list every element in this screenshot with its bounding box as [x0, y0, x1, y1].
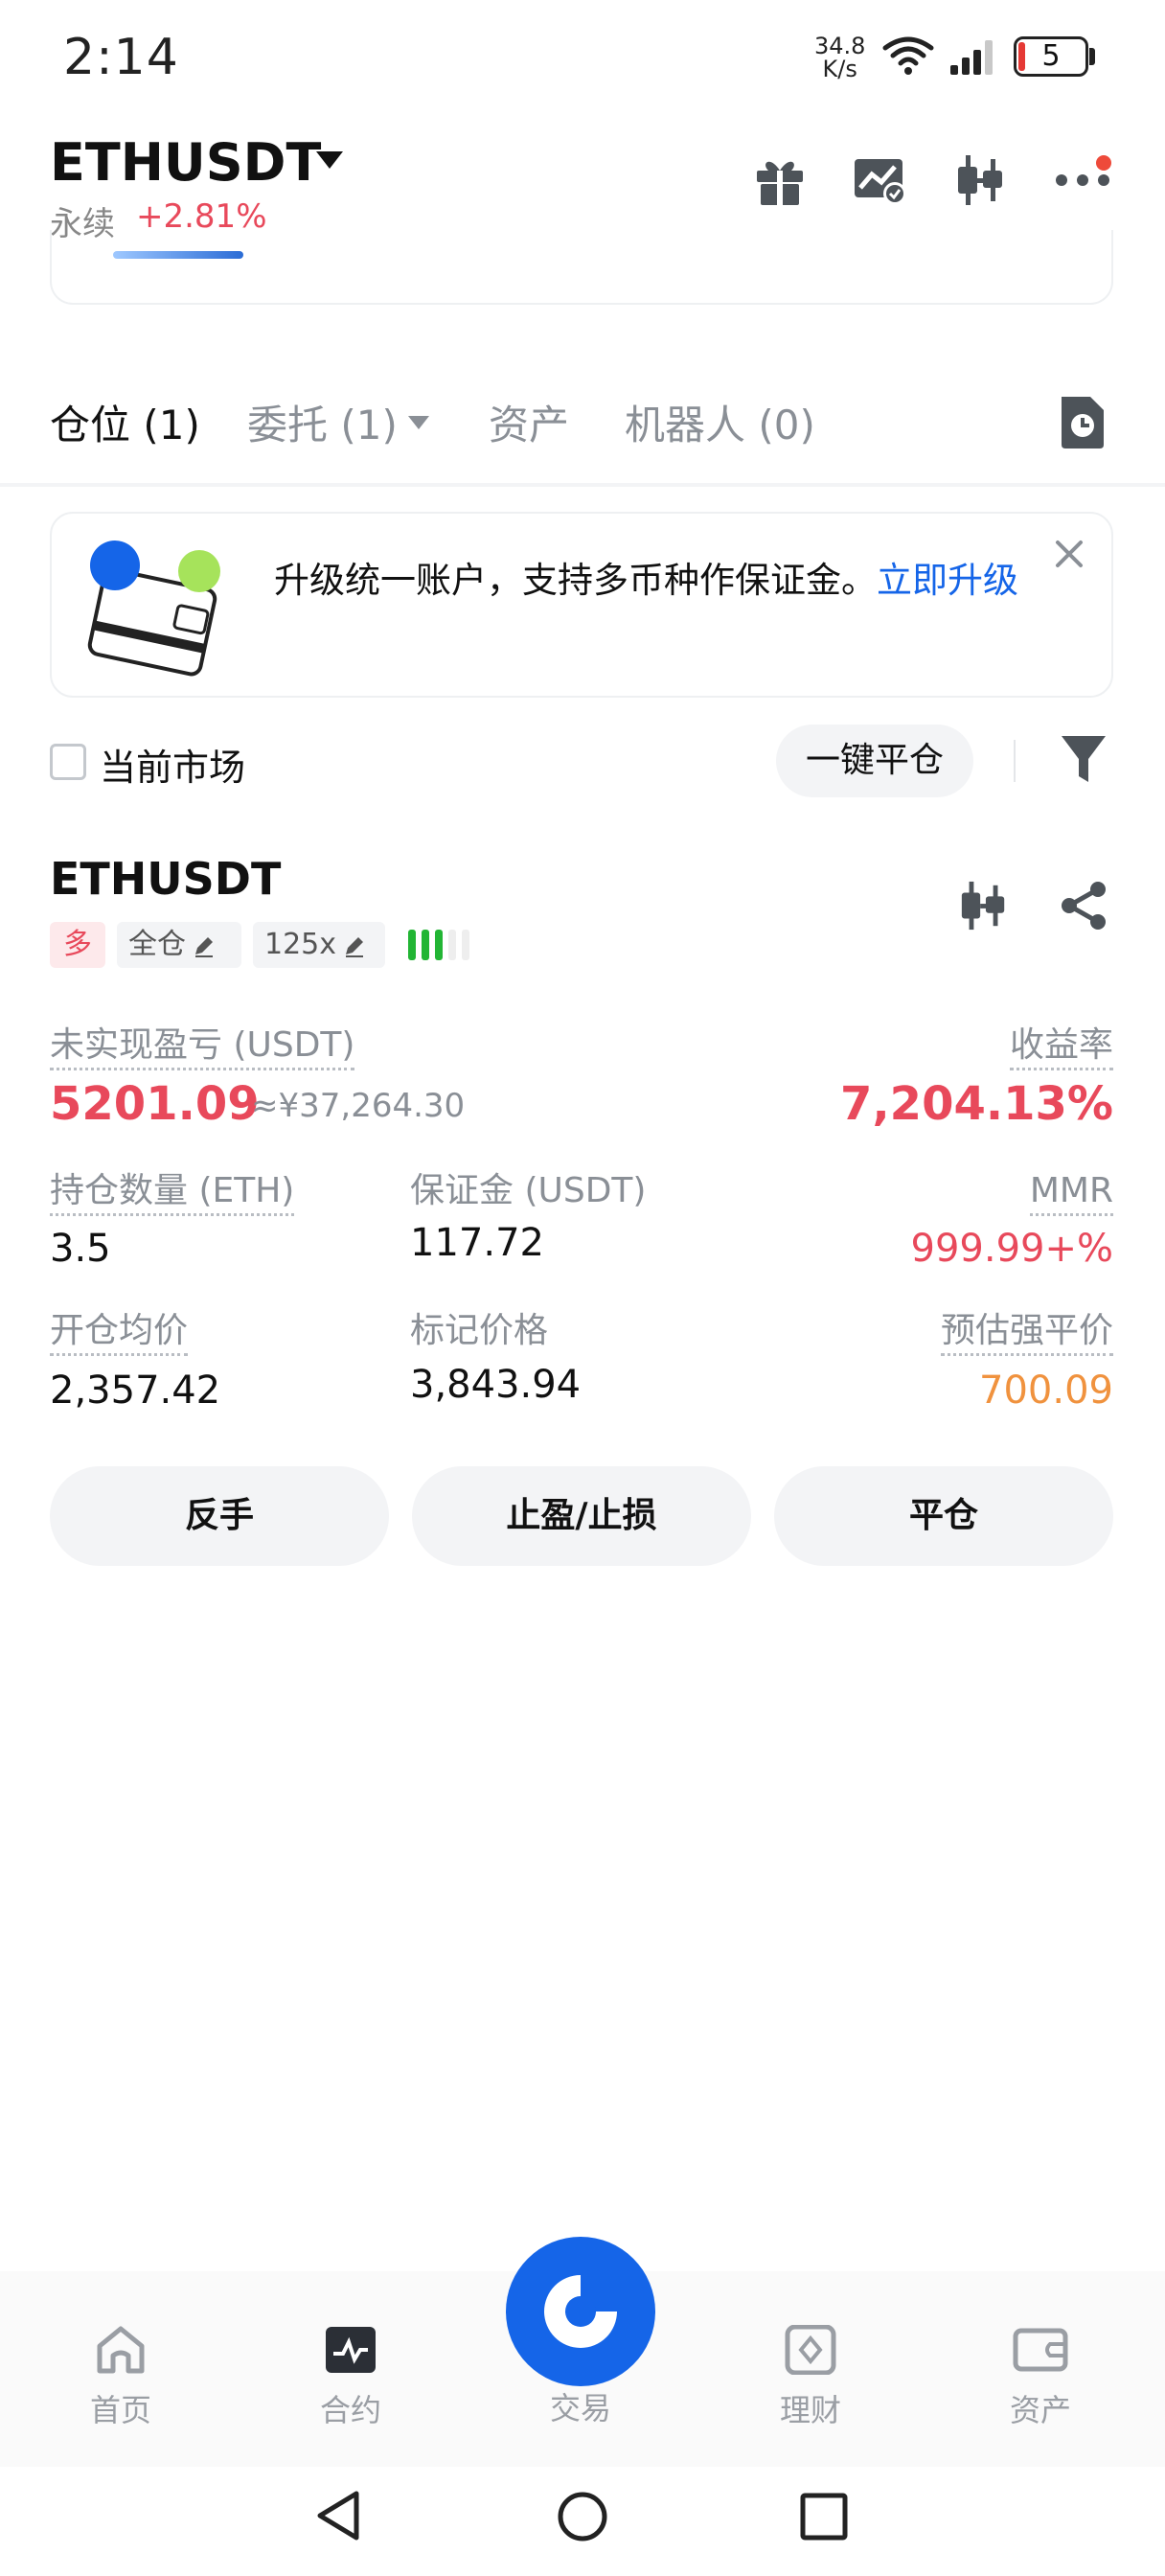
- earn-icon: [785, 2324, 836, 2376]
- entry-price-label[interactable]: 开仓均价: [50, 1311, 189, 1356]
- nav-earn[interactable]: 理财: [734, 2324, 887, 2430]
- back-icon[interactable]: [312, 2488, 364, 2543]
- roe-label[interactable]: 收益率: [1009, 1025, 1113, 1070]
- signal-icon: [950, 40, 993, 75]
- close-all-button[interactable]: 一键平仓: [776, 724, 973, 797]
- notification-dot: [1096, 155, 1111, 171]
- banner-message: 升级统一账户，支持多币种作保证金。立即升级: [274, 558, 1040, 604]
- margin-label: 保证金 (USDT): [410, 1171, 647, 1210]
- history-icon[interactable]: [1056, 393, 1109, 450]
- tabs-divider: [0, 483, 1165, 487]
- network-speed-unit: K/s: [822, 56, 857, 82]
- trade-icon: [544, 2275, 617, 2348]
- risk-level-bar: [408, 930, 416, 960]
- edit-icon: [346, 936, 364, 957]
- more-icon[interactable]: [1054, 172, 1111, 188]
- upgrade-now-link[interactable]: 立即升级: [877, 560, 1018, 601]
- nav-futures-label: 合约: [319, 2392, 381, 2428]
- candlestick-icon[interactable]: [958, 880, 1010, 932]
- gift-icon[interactable]: [753, 153, 807, 207]
- mmr-label[interactable]: MMR: [1029, 1171, 1113, 1216]
- tab-orders[interactable]: 委托 (1): [247, 393, 398, 451]
- current-market-label[interactable]: 当前市场: [100, 738, 245, 791]
- filter-icon[interactable]: [1060, 734, 1108, 784]
- banner-text: 升级统一账户，支持多币种作保证金。: [274, 560, 877, 601]
- filter-divider: [1014, 740, 1016, 782]
- chart-check-icon[interactable]: [853, 153, 908, 207]
- tp-sl-button[interactable]: 止盈/止损: [412, 1466, 751, 1566]
- wallet-icon: [1013, 2328, 1068, 2372]
- network-speed: 34.8 K/s: [814, 34, 865, 80]
- unrealized-pnl-cny: ≈¥37,264.30: [251, 1087, 466, 1125]
- margin-mode-label: 全仓: [128, 928, 186, 961]
- home-icon: [97, 2326, 145, 2374]
- liq-price-label[interactable]: 预估强平价: [940, 1311, 1113, 1356]
- mmr-value: 999.99+%: [910, 1227, 1113, 1271]
- status-time: 2:14: [63, 29, 179, 86]
- risk-level-bar: [435, 930, 443, 960]
- margin-mode-button[interactable]: 全仓: [117, 922, 241, 968]
- margin-value: 117.72: [410, 1221, 544, 1265]
- tab-positions[interactable]: 仓位 (1): [50, 393, 200, 451]
- nav-futures[interactable]: 合约: [274, 2325, 427, 2430]
- wifi-icon: [882, 36, 934, 75]
- unrealized-pnl-value: 5201.09: [50, 1077, 260, 1131]
- chart-card-edge: [50, 230, 1113, 305]
- futures-icon: [326, 2327, 376, 2373]
- close-icon[interactable]: [1052, 537, 1086, 571]
- tab-bots[interactable]: 机器人 (0): [625, 393, 815, 451]
- share-icon[interactable]: [1058, 880, 1109, 932]
- symbol-selector[interactable]: ETHUSDT: [50, 132, 321, 193]
- risk-level-bar: [448, 930, 456, 960]
- reverse-button[interactable]: 反手: [50, 1466, 389, 1566]
- edit-icon: [195, 936, 213, 957]
- candlestick-icon[interactable]: [954, 153, 1008, 207]
- battery-icon: 5: [1014, 36, 1088, 77]
- home-button-icon[interactable]: [556, 2490, 609, 2543]
- chart-line-fragment: [113, 251, 243, 259]
- liq-price-value: 700.09: [979, 1368, 1113, 1413]
- position-symbol[interactable]: ETHUSDT: [50, 853, 281, 905]
- nav-home[interactable]: 首页: [44, 2325, 197, 2430]
- nav-earn-label: 理财: [779, 2392, 841, 2428]
- wallet-illustration-icon: [87, 540, 220, 677]
- position-qty-label[interactable]: 持仓数量 (ETH): [50, 1171, 295, 1216]
- close-position-button[interactable]: 平仓: [774, 1466, 1113, 1566]
- position-qty-value: 3.5: [50, 1227, 111, 1271]
- roe-value: 7,204.13%: [840, 1077, 1113, 1131]
- unrealized-pnl-label[interactable]: 未实现盈亏 (USDT): [50, 1025, 355, 1070]
- tab-assets[interactable]: 资产: [489, 393, 569, 451]
- trade-fab[interactable]: [506, 2237, 655, 2386]
- risk-level-bar: [462, 930, 469, 960]
- entry-price-value: 2,357.42: [50, 1368, 221, 1413]
- side-badge: 多: [50, 922, 105, 968]
- mark-price-value: 3,843.94: [410, 1363, 582, 1407]
- network-speed-value: 34.8: [814, 33, 866, 59]
- risk-level-bar: [422, 930, 429, 960]
- leverage-label: 125x: [264, 928, 337, 961]
- mark-price-label: 标记价格: [410, 1311, 549, 1350]
- current-market-checkbox[interactable]: [50, 744, 86, 780]
- leverage-button[interactable]: 125x: [253, 922, 385, 968]
- battery-cap: [1089, 48, 1095, 65]
- nav-trade-label: 交易: [549, 2390, 611, 2426]
- caret-down-icon[interactable]: [408, 416, 429, 429]
- recents-icon[interactable]: [799, 2492, 849, 2542]
- nav-assets[interactable]: 资产: [964, 2325, 1117, 2430]
- caret-down-icon[interactable]: [316, 151, 343, 169]
- nav-trade[interactable]: 交易: [504, 2384, 657, 2428]
- nav-home-label: 首页: [89, 2392, 151, 2428]
- nav-assets-label: 资产: [1009, 2392, 1071, 2428]
